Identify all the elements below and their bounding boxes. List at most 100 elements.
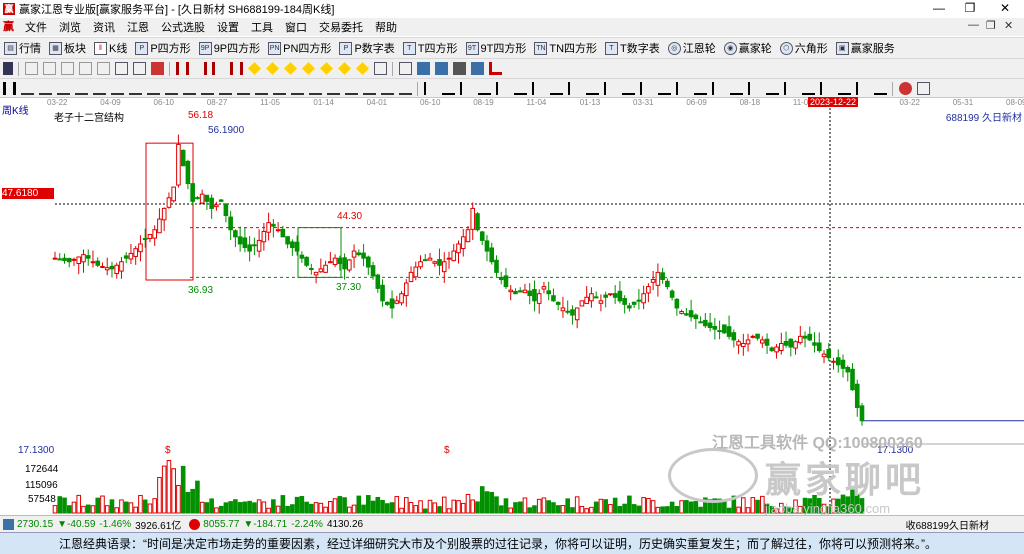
- bars-tool-icon[interactable]: [380, 82, 394, 95]
- kline-button[interactable]: ǁ K线: [94, 40, 127, 56]
- diamond-icon[interactable]: [355, 62, 369, 75]
- minimize-button[interactable]: —: [924, 0, 954, 18]
- bars-tool-icon[interactable]: [200, 82, 214, 95]
- color-wheel-icon[interactable]: [898, 82, 912, 95]
- bars-tool-icon[interactable]: [182, 82, 196, 95]
- line-tool-icon[interactable]: [495, 82, 509, 95]
- list-icon[interactable]: [96, 62, 110, 75]
- first-bar-icon[interactable]: [175, 62, 189, 75]
- menu-tools[interactable]: 工具: [245, 19, 279, 35]
- sh-index-icon[interactable]: [3, 518, 14, 530]
- winner-service-button[interactable]: ▣ 赢家服务: [835, 40, 895, 56]
- menu-window[interactable]: 窗口: [279, 19, 313, 35]
- next-bar-icon[interactable]: [211, 62, 225, 75]
- bars-tool-icon[interactable]: [362, 82, 376, 95]
- bars-tool-icon[interactable]: [110, 82, 124, 95]
- line-tool-icon[interactable]: [747, 82, 761, 95]
- tn-square-button[interactable]: TN TN四方形: [534, 40, 597, 56]
- line-tool-icon[interactable]: [621, 82, 635, 95]
- bars-tool-icon[interactable]: [92, 82, 106, 95]
- bars-tool-icon[interactable]: [74, 82, 88, 95]
- bars-tool-icon[interactable]: [38, 82, 52, 95]
- open-icon[interactable]: [434, 62, 448, 75]
- bars-tool-icon[interactable]: [56, 82, 70, 95]
- kline-chart-panel[interactable]: 03-22 04-09 06-10 08-27 11-05 01-14 04-01 06-10…: [0, 97, 1024, 516]
- line-tool-icon[interactable]: [567, 82, 581, 95]
- quote-button[interactable]: ▤ 行情: [4, 40, 41, 56]
- child-minimize-button[interactable]: —: [968, 19, 979, 31]
- diamond-icon[interactable]: [283, 62, 297, 75]
- menu-browse[interactable]: 浏览: [53, 19, 87, 35]
- menu-file[interactable]: 文件: [19, 19, 53, 35]
- menu-formula[interactable]: 公式选股: [155, 19, 211, 35]
- line-tool-icon[interactable]: [513, 82, 527, 95]
- p-number-table-button[interactable]: P P数字表: [339, 40, 395, 56]
- p-square-button[interactable]: P P四方形: [135, 40, 191, 56]
- candle-tool-icon[interactable]: [2, 82, 16, 95]
- bars-tool-icon[interactable]: [218, 82, 232, 95]
- hexagon-button[interactable]: ⬡ 六角形: [779, 40, 828, 56]
- line-tool-icon[interactable]: [765, 82, 779, 95]
- line-tool-icon[interactable]: [639, 82, 653, 95]
- menu-news[interactable]: 资讯: [87, 19, 121, 35]
- line-tool-icon[interactable]: [603, 82, 617, 95]
- color-icon[interactable]: [150, 62, 164, 75]
- chart-type-icon[interactable]: [488, 62, 502, 75]
- bars-tool-icon[interactable]: [20, 82, 34, 95]
- zoom-out-icon[interactable]: [132, 62, 146, 75]
- export-icon[interactable]: [470, 62, 484, 75]
- bars-tool-icon[interactable]: [128, 82, 142, 95]
- bars-tool-icon[interactable]: [326, 82, 340, 95]
- line-tool-icon[interactable]: [855, 82, 869, 95]
- bars-tool-icon[interactable]: [308, 82, 322, 95]
- cursor-menu-icon[interactable]: [2, 62, 13, 75]
- line-tool-icon[interactable]: [711, 82, 725, 95]
- line-tool-icon[interactable]: [585, 82, 599, 95]
- menu-help[interactable]: 帮助: [369, 19, 403, 35]
- line-tool-icon[interactable]: [441, 82, 455, 95]
- diamond-icon[interactable]: [265, 62, 279, 75]
- app-menu-icon[interactable]: 赢: [3, 20, 17, 34]
- line-tool-icon[interactable]: [675, 82, 689, 95]
- line-tool-icon[interactable]: [459, 82, 473, 95]
- menu-settings[interactable]: 设置: [211, 19, 245, 35]
- copy-icon[interactable]: [42, 62, 56, 75]
- menu-gann[interactable]: 江恩: [121, 19, 155, 35]
- infinity-icon[interactable]: [916, 82, 930, 95]
- prev-bar-icon[interactable]: [194, 62, 207, 75]
- bars-tool-icon[interactable]: [290, 82, 304, 95]
- last-bar-icon[interactable]: [229, 62, 243, 75]
- bars-tool-icon[interactable]: [398, 82, 412, 95]
- child-restore-button[interactable]: ❐: [986, 19, 996, 32]
- line-tool-icon[interactable]: [873, 82, 887, 95]
- bars-tool-icon[interactable]: [272, 82, 286, 95]
- close-button[interactable]: ✕: [990, 0, 1020, 18]
- sector-button[interactable]: ▦ 板块: [49, 40, 86, 56]
- line-tool-icon[interactable]: [531, 82, 545, 95]
- diamond-icon[interactable]: [301, 62, 315, 75]
- doc-icon[interactable]: [78, 62, 92, 75]
- print-icon[interactable]: [452, 62, 466, 75]
- save-icon[interactable]: [416, 62, 430, 75]
- restore-button[interactable]: ❐: [955, 0, 985, 18]
- diamond-icon[interactable]: [319, 62, 333, 75]
- 9t-square-button[interactable]: 9T 9T四方形: [465, 40, 526, 56]
- bars-tool-icon[interactable]: [236, 82, 250, 95]
- 9p-square-button[interactable]: 9P 9P四方形: [198, 40, 260, 56]
- line-tool-icon[interactable]: [819, 82, 833, 95]
- bars-tool-icon[interactable]: [254, 82, 268, 95]
- line-tool-icon[interactable]: [423, 82, 437, 95]
- table-icon[interactable]: [60, 62, 74, 75]
- line-tool-icon[interactable]: [801, 82, 815, 95]
- zoom-in-icon[interactable]: [114, 62, 128, 75]
- line-tool-icon[interactable]: [549, 82, 563, 95]
- bars-tool-icon[interactable]: [344, 82, 358, 95]
- line-tool-icon[interactable]: [783, 82, 797, 95]
- child-close-button[interactable]: ✕: [1004, 19, 1013, 32]
- sz-index-icon[interactable]: [189, 518, 201, 530]
- calc-icon[interactable]: [398, 62, 412, 75]
- gann-wheel-button[interactable]: ◎ 江恩轮: [667, 40, 716, 56]
- bars-tool-icon[interactable]: [146, 82, 160, 95]
- t-number-table-button[interactable]: T T数字表: [605, 40, 660, 56]
- menu-trade[interactable]: 交易委托: [313, 19, 369, 35]
